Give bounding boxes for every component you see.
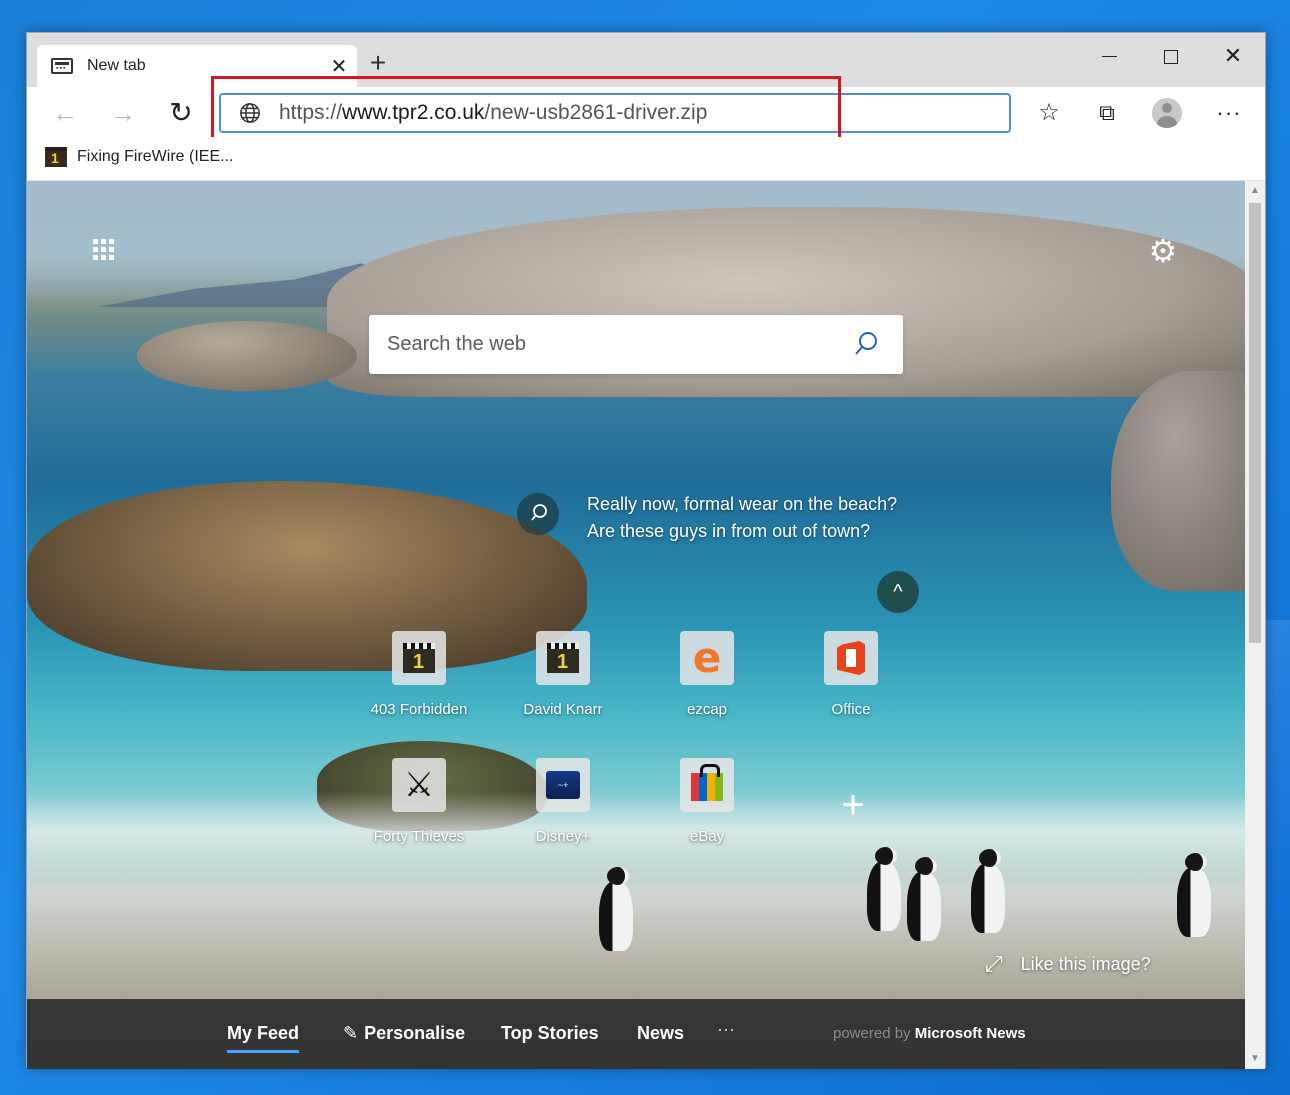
tab-news[interactable]: News (637, 1023, 684, 1044)
scroll-up-arrow-icon[interactable]: ▲ (1245, 181, 1265, 201)
powered-by-brand: Microsoft News (914, 1025, 1026, 1042)
penguin (599, 867, 633, 951)
favorites-bar-item-label: Fixing FireWire (IEE... (77, 148, 234, 165)
quick-link-tile[interactable]: e ezcap (647, 631, 767, 718)
title-bar: ▪▪▪ New tab ✕ + ✕ (27, 33, 1265, 87)
background-surf (27, 791, 1245, 881)
favorites-bar-item[interactable]: Fixing FireWire (IEE... (45, 147, 233, 167)
clapperboard-icon (45, 147, 67, 167)
address-url: https://www.tpr2.co.uk/new-usb2861-drive… (279, 101, 707, 125)
ebay-bag-icon (691, 764, 723, 801)
caption-line-1: Really now, formal wear on the beach? (587, 494, 898, 514)
pencil-icon: ✎ (343, 1023, 359, 1043)
toolbar: ← → ↻ https://www.tpr2.co.uk/new-usb2861… (27, 76, 1265, 145)
collections-icon[interactable]: ⧉ (1087, 94, 1127, 132)
url-scheme: https:// (279, 101, 343, 124)
web-search-box (369, 315, 903, 374)
image-search-icon (517, 493, 559, 535)
image-caption[interactable]: Really now, formal wear on the beach? Ar… (517, 491, 897, 545)
add-quick-link-button[interactable]: + (835, 785, 871, 825)
search-input[interactable] (387, 333, 845, 356)
refresh-icon[interactable]: ↻ (161, 93, 201, 133)
tile-label: David Knarr (523, 701, 603, 718)
caption-line-2: Are these guys in from out of town? (587, 521, 871, 541)
search-icon[interactable] (845, 325, 885, 365)
minimize-icon (1101, 55, 1117, 58)
tile-label: Office (831, 701, 871, 718)
feed-more-icon[interactable]: ··· (717, 1019, 735, 1040)
tab-my-feed[interactable]: My Feed (227, 1023, 300, 1053)
news-feed-bar: My Feed ✎ Personalise Top Stories News ··… (27, 999, 1245, 1069)
favorites-bar: Fixing FireWire (IEE... (27, 137, 1265, 181)
background-rock (137, 321, 357, 391)
tile-label: Forty Thieves (373, 828, 465, 845)
url-host: www.tpr2.co.uk (342, 101, 485, 124)
penguin (1177, 853, 1211, 937)
tab-close-icon[interactable]: ✕ (321, 54, 357, 79)
penguin (971, 849, 1005, 933)
quick-link-tile[interactable]: Office (791, 631, 911, 718)
forward-icon[interactable]: → (103, 93, 143, 133)
penguin (867, 847, 901, 931)
background-rock (1111, 371, 1245, 591)
browser-window: ▪▪▪ New tab ✕ + ✕ ← → ↻ https://www.tpr2… (26, 32, 1266, 1069)
tile-label: ezcap (686, 701, 728, 718)
maximize-icon (1164, 49, 1178, 64)
settings-gear-icon[interactable]: ⚙ (1145, 233, 1181, 269)
avatar (1152, 98, 1182, 128)
address-bar[interactable]: https://www.tpr2.co.uk/new-usb2861-drive… (219, 93, 1011, 133)
clapperboard-icon: 1 (547, 643, 579, 673)
like-image-label: Like this image? (1020, 953, 1151, 974)
tab-top-stories[interactable]: Top Stories (501, 1023, 599, 1044)
office-icon (837, 641, 865, 675)
close-window-button[interactable]: ✕ (1205, 39, 1261, 73)
grid-icon (93, 239, 119, 260)
quick-link-tile[interactable]: ~+ Disney+ (503, 758, 623, 845)
globe-icon (240, 103, 260, 123)
new-tab-page-icon: ▪▪▪ (51, 58, 73, 74)
url-path: /new-usb2861-driver.zip (484, 101, 708, 124)
new-tab-button[interactable]: + (363, 47, 393, 79)
expand-icon: ⤢ (985, 951, 1003, 976)
penguin (907, 857, 941, 941)
tab-personalise-label: Personalise (364, 1023, 466, 1043)
tab-title: New tab (87, 57, 146, 74)
ie-icon: e (692, 633, 722, 682)
tile-label: eBay (689, 828, 725, 845)
powered-by: powered by Microsoft News (833, 1025, 1026, 1042)
disney-icon: ~+ (546, 771, 580, 799)
quick-link-tile[interactable]: 1 David Knarr (503, 631, 623, 718)
vertical-scrollbar[interactable]: ▲ ▼ (1245, 181, 1265, 1069)
minimize-button[interactable] (1081, 39, 1137, 73)
quick-link-tile[interactable]: 1 403 Forbidden (359, 631, 479, 718)
clapperboard-icon: 1 (403, 643, 435, 673)
quick-link-tile[interactable]: eBay (647, 758, 767, 845)
profile-icon[interactable] (1147, 94, 1187, 132)
like-image-link[interactable]: ⤢ Like this image? (985, 951, 1151, 977)
tab-new-tab[interactable]: ▪▪▪ New tab ✕ (37, 45, 357, 87)
collapse-chevron-up-icon[interactable]: ^ (877, 571, 919, 613)
tile-label: Disney+ (535, 828, 591, 845)
quick-link-tile[interactable]: ⚔ Forty Thieves (359, 758, 479, 845)
more-icon[interactable]: ··· (1209, 94, 1249, 132)
powered-by-prefix: powered by (833, 1025, 911, 1042)
apps-launcher-button[interactable] (93, 239, 119, 265)
scroll-down-arrow-icon[interactable]: ▼ (1245, 1049, 1265, 1069)
maximize-button[interactable] (1143, 39, 1199, 73)
tab-personalise[interactable]: ✎ Personalise (343, 1023, 465, 1044)
scrollbar-thumb[interactable] (1249, 203, 1261, 643)
back-icon[interactable]: ← (45, 93, 85, 133)
favorites-icon[interactable]: ☆ (1029, 94, 1069, 132)
new-tab-page: ⚙ Really now, formal wear on the beach? … (27, 181, 1245, 1069)
swords-icon: ⚔ (403, 766, 435, 804)
tile-label: 403 Forbidden (370, 701, 468, 718)
